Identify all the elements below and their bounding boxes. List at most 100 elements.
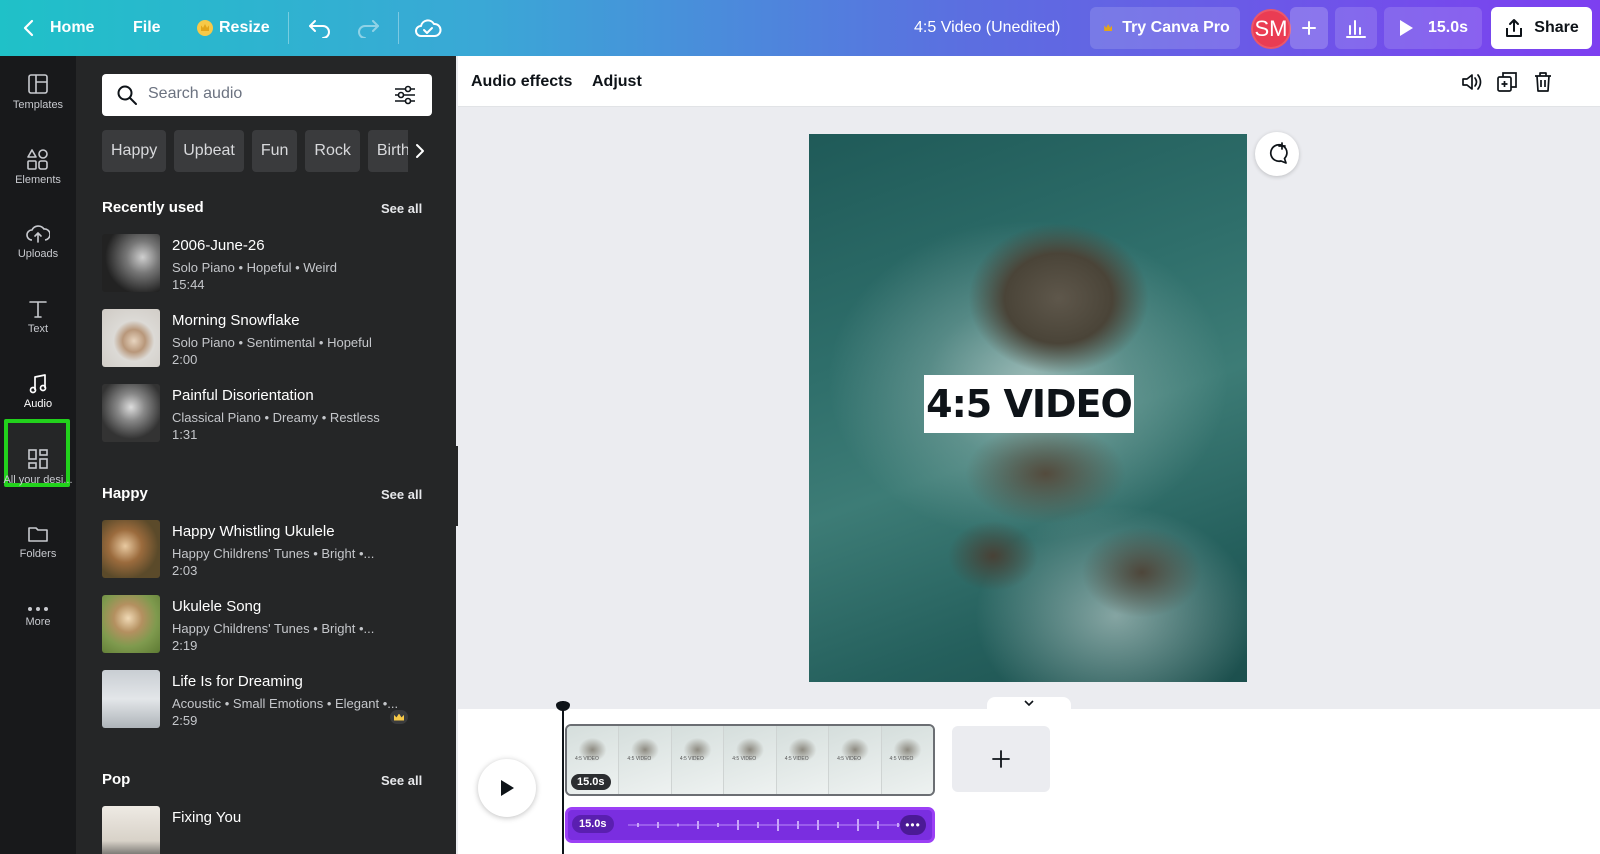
grid-icon: [28, 449, 48, 469]
add-collaborator-button[interactable]: [1290, 7, 1328, 49]
side-rail: Templates Elements Uploads Text Audio Al…: [0, 56, 76, 854]
frame-label: 4:5 VIDEO: [575, 756, 599, 762]
volume-button[interactable]: [1460, 70, 1484, 94]
audio-clip-duration: 15.0s: [572, 815, 614, 833]
frame-label: 4:5 VIDEO: [732, 756, 757, 762]
track-thumbnail: [102, 520, 160, 578]
rail-item-templates[interactable]: Templates: [0, 56, 76, 128]
video-clip[interactable]: 4:5 VIDEO 4:5 VIDEO 4:5 VIDEO 4:5 VIDEO …: [565, 724, 935, 796]
audio-effects-button[interactable]: Audio effects: [471, 56, 572, 107]
track-item[interactable]: Happy Whistling Ukulele Happy Childrens'…: [102, 520, 432, 582]
insights-button[interactable]: [1335, 7, 1377, 49]
track-thumbnail: [102, 595, 160, 653]
rail-item-elements[interactable]: Elements: [0, 131, 76, 203]
add-page-button[interactable]: [952, 726, 1050, 792]
document-title[interactable]: 4:5 Video (Unedited): [914, 0, 1060, 56]
rail-item-all-designs[interactable]: All your desi...: [0, 431, 76, 503]
track-title: 2006-June-26: [172, 237, 265, 254]
music-note-icon: [29, 374, 47, 394]
chip-rock[interactable]: Rock: [305, 130, 360, 172]
see-all-pop[interactable]: See all: [381, 773, 422, 788]
redo-button[interactable]: [356, 0, 380, 56]
track-item[interactable]: Painful Disorientation Classical Piano •…: [102, 384, 432, 446]
track-duration: 2:19: [172, 638, 198, 653]
file-menu[interactable]: File: [133, 0, 161, 56]
present-button[interactable]: 15.0s: [1384, 7, 1482, 49]
share-button[interactable]: Share: [1491, 7, 1592, 49]
duplicate-icon: [1497, 72, 1517, 92]
track-title: Life Is for Dreaming: [172, 673, 303, 690]
speaker-icon: [1462, 74, 1482, 90]
audio-clip[interactable]: 15.0s •••: [565, 807, 935, 843]
rail-item-folders[interactable]: Folders: [0, 506, 76, 578]
track-duration: 2:03: [172, 563, 198, 578]
track-item[interactable]: Life Is for Dreaming Acoustic • Small Em…: [102, 670, 432, 732]
adjust-button[interactable]: Adjust: [592, 56, 642, 107]
track-title: Fixing You: [172, 809, 242, 826]
pro-crown-icon: [390, 710, 408, 724]
track-item[interactable]: 2006-June-26 Solo Piano • Hopeful • Weir…: [102, 234, 432, 296]
add-comment-button[interactable]: [1255, 132, 1299, 176]
search-icon: [117, 85, 137, 105]
track-title: Painful Disorientation: [172, 387, 314, 404]
rail-label: Templates: [12, 99, 64, 111]
chip-fun[interactable]: Fun: [251, 130, 298, 172]
rail-label: More: [25, 616, 51, 628]
avatar[interactable]: SM: [1251, 9, 1291, 49]
redo-icon: [358, 20, 379, 38]
track-title: Morning Snowflake: [172, 312, 300, 329]
rail-item-more[interactable]: More: [0, 581, 76, 653]
chip-happy[interactable]: Happy: [102, 130, 167, 172]
search-input[interactable]: [148, 85, 378, 103]
track-item[interactable]: Fixing You: [102, 806, 432, 854]
home-button[interactable]: Home: [22, 0, 94, 56]
timeline-toggle[interactable]: [987, 697, 1071, 709]
design-page-video[interactable]: 4:5 VIDEO: [809, 134, 1247, 682]
undo-button[interactable]: [308, 0, 332, 56]
track-meta: Solo Piano • Hopeful • Weird: [172, 260, 337, 275]
playhead[interactable]: [556, 701, 570, 854]
track-item[interactable]: Morning Snowflake Solo Piano • Sentiment…: [102, 309, 432, 371]
cloud-check-icon: [415, 19, 442, 37]
elements-icon: [27, 149, 48, 170]
video-clip-duration: 15.0s: [571, 774, 611, 790]
chips-scroll-right[interactable]: [408, 130, 432, 172]
audio-clip-more-button[interactable]: •••: [900, 815, 926, 835]
track-meta: Acoustic • Small Emotions • Elegant •...: [172, 696, 399, 711]
cloud-save-button[interactable]: [414, 0, 442, 56]
canvas-area: 4:5 VIDEO: [458, 107, 1600, 709]
video-frame: 4:5 VIDEO: [724, 726, 777, 794]
rail-item-audio[interactable]: Audio: [0, 356, 76, 428]
chevron-down-icon: [1024, 700, 1034, 706]
frame-label: 4:5 VIDEO: [889, 756, 914, 762]
crown-icon: [1100, 20, 1116, 36]
video-frame: 4:5 VIDEO: [881, 726, 933, 794]
video-title-text[interactable]: 4:5 VIDEO: [924, 375, 1134, 433]
see-all-recently-used[interactable]: See all: [381, 201, 422, 216]
frame-label: 4:5 VIDEO: [837, 756, 862, 762]
track-thumbnail: [102, 806, 160, 854]
video-frame: 4:5 VIDEO: [776, 726, 830, 794]
track-duration: 2:59: [172, 713, 198, 728]
delete-button[interactable]: [1531, 70, 1555, 94]
genre-chips: Happy Upbeat Fun Rock Birthda: [102, 130, 432, 172]
comment-plus-icon: [1269, 142, 1288, 164]
try-canva-pro-button[interactable]: Try Canva Pro: [1090, 7, 1240, 49]
filter-sliders-icon[interactable]: [394, 85, 416, 105]
chip-upbeat[interactable]: Upbeat: [174, 130, 244, 172]
track-meta: Classical Piano • Dreamy • Restless: [172, 410, 380, 425]
search-box: [102, 74, 432, 116]
rail-item-uploads[interactable]: Uploads: [0, 206, 76, 278]
section-title-recently-used: Recently used: [102, 199, 204, 216]
play-icon: [1399, 20, 1413, 36]
rail-item-text[interactable]: Text: [0, 281, 76, 353]
see-all-happy[interactable]: See all: [381, 487, 422, 502]
timeline-play-button[interactable]: [478, 759, 536, 817]
file-label: File: [133, 19, 161, 36]
duplicate-button[interactable]: [1495, 70, 1519, 94]
rail-label: Folders: [19, 548, 57, 560]
track-item[interactable]: Ukulele Song Happy Childrens' Tunes • Br…: [102, 595, 432, 657]
track-meta: Happy Childrens' Tunes • Bright •...: [172, 546, 375, 561]
resize-button[interactable]: Resize: [197, 0, 270, 56]
more-dots-icon: [28, 607, 48, 611]
